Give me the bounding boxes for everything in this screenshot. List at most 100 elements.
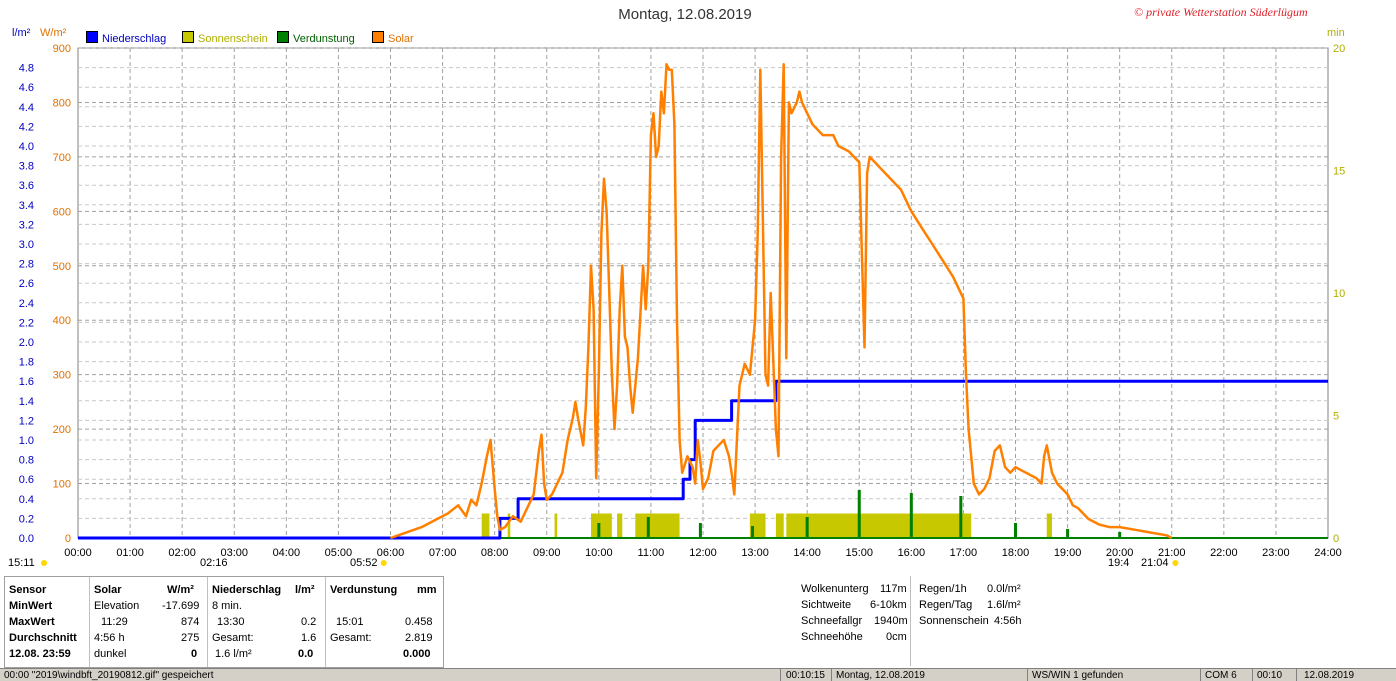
sensor-current: 12.08. 23:59 [9, 648, 71, 660]
status-com: COM 6 [1205, 670, 1237, 681]
weather-chart: 00:00 01:00 02:00 03:00 04:00 05:00 06:00 07:00… [19, 43, 1345, 566]
solar-unit: W/m² [167, 584, 194, 596]
x-tick-label: 22:00 [1210, 547, 1238, 559]
evaporation-bar [646, 517, 650, 538]
x-tick-label: 13:00 [741, 547, 769, 559]
sensor-header: Sensor [9, 584, 47, 596]
marker-sunrise: 05:52 [350, 557, 378, 569]
precip-max-value: 0.2 [301, 616, 317, 628]
marker-moon-time: 02:16 [200, 557, 228, 569]
x-tick-label: 19:00 [1054, 547, 1082, 559]
x-tick-label: 08:00 [481, 547, 509, 559]
visibility-label: Sichtweite [801, 599, 852, 611]
moon-dot-icon [41, 560, 47, 566]
evaporation-bar [1014, 523, 1017, 538]
x-tick-label: 05:00 [325, 547, 353, 559]
rain-day-value: 1.6l/m² [987, 599, 1021, 611]
minutes-tick-label: 10 [1333, 288, 1345, 300]
precip-max-time: 13:30 [217, 616, 245, 628]
precip-tick-label: 3.6 [19, 180, 34, 192]
status-time2: 00:10 [1257, 670, 1283, 681]
precip-current-value: 0.0 [298, 648, 314, 660]
sunshine-bar [786, 513, 972, 538]
sensor-avg: Durchschnitt [9, 632, 77, 644]
precip-current-label: 1.6 l/m² [215, 648, 252, 660]
solar-tick-label: 300 [53, 370, 71, 382]
precip-tick-label: 4.4 [19, 102, 34, 114]
rain-hour-label: Regen/1h [919, 583, 967, 595]
precip-tick-label: 1.2 [19, 415, 34, 427]
precip-tick-label: 0.0 [19, 533, 34, 545]
minutes-tick-label: 20 [1333, 43, 1345, 55]
x-tick-label: 17:00 [950, 547, 978, 559]
minutes-tick-label: 15 [1333, 166, 1345, 178]
precip-tick-label: 4.0 [19, 141, 34, 153]
evap-max-value: 0.458 [405, 616, 433, 628]
x-tick-label: 14:00 [793, 547, 821, 559]
solar-max-value: 874 [181, 616, 200, 628]
precip-tick-label: 0.2 [19, 513, 34, 525]
sunshine-bar [481, 513, 490, 538]
evaporation-bar [698, 523, 702, 538]
status-date2: 12.08.2019 [1304, 670, 1355, 681]
solar-tick-label: 600 [53, 206, 71, 218]
rain-hour-value: 0.0l/m² [987, 583, 1021, 595]
sunshine-label: Sonnenschein [919, 615, 989, 627]
precip-tick-label: 4.8 [19, 63, 34, 75]
snowline-label: Schneefallgr [801, 615, 863, 627]
evaporation-bar [750, 526, 754, 538]
x-tick-label: 10:00 [585, 547, 613, 559]
x-tick-label: 00:00 [64, 547, 92, 559]
precip-tick-label: 3.0 [19, 239, 34, 251]
rain-day-label: Regen/Tag [919, 599, 973, 611]
sunshine-value: 4:56h [994, 615, 1022, 627]
stats-panel: Sensor MinWert MaxWert Durchschnitt 12.0… [4, 576, 444, 668]
precip-total-label: Gesamt: [212, 632, 254, 644]
evap-total-label: Gesamt: [330, 632, 372, 644]
cloud-base-label: Wolkenunterg [801, 583, 869, 595]
precip-tick-label: 3.2 [19, 219, 34, 231]
solar-max-time: 11:29 [101, 616, 128, 628]
x-tick-label: 09:00 [533, 547, 561, 559]
sunshine-bar [1046, 513, 1052, 538]
evap-max-time: 15:01 [336, 616, 364, 628]
evaporation-bar [857, 490, 861, 538]
solar-avg-value: 275 [181, 632, 200, 644]
x-tick-label: 01:00 [116, 547, 144, 559]
solar-tick-label: 400 [53, 315, 71, 327]
solar-tick-label: 0 [65, 533, 71, 545]
marker-sunset-left: 19:4 [1108, 557, 1130, 569]
visibility-value: 6-10km [870, 599, 907, 611]
solar-tick-label: 800 [53, 97, 71, 109]
solar-current-label: dunkel [94, 648, 127, 660]
x-tick-label: 18:00 [1002, 547, 1030, 559]
solar-avg-label: 4:56 h [94, 632, 125, 644]
sunrise-dot-icon [380, 560, 387, 566]
sunshine-bar [775, 513, 784, 538]
sunshine-bar [617, 513, 623, 538]
sunshine-bar [554, 513, 558, 538]
precip-unit: l/m² [295, 584, 315, 596]
status-time: 00:10:15 [786, 670, 825, 681]
precip-tick-label: 2.0 [19, 337, 34, 349]
minutes-tick-label: 0 [1333, 533, 1339, 545]
solar-tick-label: 100 [53, 479, 71, 491]
precip-tick-label: 0.8 [19, 455, 34, 467]
precip-tick-label: 3.8 [19, 161, 34, 173]
precip-tick-label: 3.4 [19, 200, 34, 212]
minutes-tick-label: 5 [1333, 411, 1339, 423]
x-tick-label: 07:00 [429, 547, 457, 559]
cloud-base-value: 117m [880, 583, 907, 595]
snow-depth-label: Schneehöhe [801, 631, 863, 643]
sunshine-bar [635, 513, 680, 538]
snow-depth-value: 0cm [886, 631, 907, 643]
precip-header: Niederschlag [212, 584, 282, 596]
precip-tick-label: 1.4 [19, 396, 34, 408]
evaporation-bar [805, 517, 809, 538]
clouds-panel: Wolkenunterg 117m Sichtweite 6-10km Schn… [797, 576, 1030, 666]
precip-tick-label: 2.4 [19, 298, 34, 310]
x-tick-label: 16:00 [898, 547, 926, 559]
sunshine-bar [591, 513, 612, 538]
precip-tick-label: 0.6 [19, 474, 34, 486]
precip-tick-label: 4.6 [19, 82, 34, 94]
